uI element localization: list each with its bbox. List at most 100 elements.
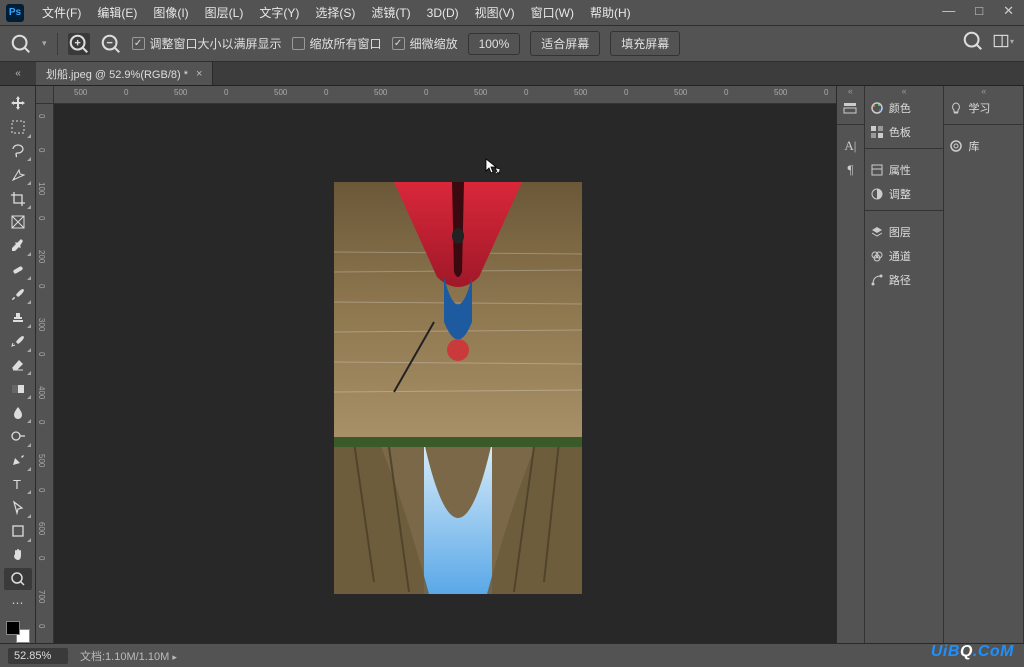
menu-layer[interactable]: 图层(L)	[197, 1, 252, 24]
history-brush-tool[interactable]	[4, 330, 32, 353]
character-panel-icon[interactable]: A|	[837, 134, 864, 158]
document-tab-bar: « 划船.jpeg @ 52.9%(RGB/8) * ×	[0, 62, 1024, 86]
panel-label: 调整	[889, 186, 911, 202]
shape-tool[interactable]	[4, 520, 32, 543]
ruler-origin[interactable]	[36, 86, 54, 104]
options-bar: ▾ 调整窗口大小以满屏显示 缩放所有窗口 细微缩放 100% 适合屏幕 填充屏幕…	[0, 26, 1024, 62]
eraser-tool[interactable]	[4, 354, 32, 377]
edit-toolbar[interactable]: ⋯	[4, 591, 32, 614]
document-tab[interactable]: 划船.jpeg @ 52.9%(RGB/8) * ×	[36, 62, 213, 85]
zoom-tool[interactable]	[4, 568, 32, 591]
menu-view[interactable]: 视图(V)	[467, 1, 523, 24]
panel-label: 色板	[889, 124, 911, 140]
panel-label: 颜色	[889, 100, 911, 116]
minimize-button[interactable]: —	[938, 3, 959, 19]
collapse-handle[interactable]: «	[944, 86, 1023, 96]
close-button[interactable]: ✕	[999, 3, 1018, 19]
menu-help[interactable]: 帮助(H)	[582, 1, 639, 24]
layers-panel[interactable]: 图层	[865, 220, 944, 244]
document-info[interactable]: 文档:1.10M/1.10M ▸	[80, 648, 177, 664]
menu-bar: Ps 文件(F) 编辑(E) 图像(I) 图层(L) 文字(Y) 选择(S) 滤…	[0, 0, 1024, 26]
panel-column-1: « A| ¶	[837, 86, 865, 643]
canvas-area: 50005000500050005000500050005000 0010002…	[36, 86, 836, 643]
document-title: 划船.jpeg @ 52.9%(RGB/8) *	[46, 66, 188, 82]
panel-label: 库	[968, 138, 979, 154]
collapse-button[interactable]: «	[0, 62, 36, 85]
dodge-tool[interactable]	[4, 425, 32, 448]
color-panel[interactable]: 颜色	[865, 96, 944, 120]
pen-tool[interactable]	[4, 449, 32, 472]
mouse-cursor-icon	[484, 157, 502, 175]
window-controls: — □ ✕	[938, 3, 1018, 19]
zoom-level-field[interactable]: 52.85%	[8, 648, 68, 664]
history-panel-icon[interactable]	[837, 96, 864, 120]
menu-edit[interactable]: 编辑(E)	[89, 1, 145, 24]
collapse-handle[interactable]: «	[865, 86, 944, 96]
option-scrubby-zoom[interactable]: 细微缩放	[392, 35, 458, 52]
collapse-handle[interactable]: «	[837, 86, 864, 96]
menu-file[interactable]: 文件(F)	[34, 1, 89, 24]
search-icon[interactable]	[962, 30, 984, 52]
swatches-panel[interactable]: 色板	[865, 120, 944, 144]
paths-panel[interactable]: 路径	[865, 268, 944, 292]
panel-dock: « A| ¶ « 颜色 色板 属性 调整 图层 通道 路径 « 学习 库	[836, 86, 1024, 643]
canvas-viewport[interactable]	[54, 104, 836, 643]
svg-text:T: T	[13, 477, 21, 492]
menu-select[interactable]: 选择(S)	[307, 1, 363, 24]
hand-tool[interactable]	[4, 544, 32, 567]
workspace: T ⋯ 50005000500050005000500050005000 001…	[0, 86, 1024, 643]
menu-type[interactable]: 文字(Y)	[251, 1, 307, 24]
checkbox-icon	[392, 37, 405, 50]
menu-window[interactable]: 窗口(W)	[523, 1, 582, 24]
option-label: 调整窗口大小以满屏显示	[150, 35, 282, 52]
fit-screen-button[interactable]: 适合屏幕	[530, 31, 600, 56]
menu-filter[interactable]: 滤镜(T)	[363, 1, 418, 24]
zoom-out-icon[interactable]	[100, 33, 122, 55]
option-resize-window[interactable]: 调整窗口大小以满屏显示	[132, 35, 282, 52]
option-label: 缩放所有窗口	[310, 35, 382, 52]
ruler-vertical[interactable]: 001000200030004000500060007000	[36, 104, 54, 643]
checkbox-icon	[132, 37, 145, 50]
brush-tool[interactable]	[4, 282, 32, 305]
eyedropper-tool[interactable]	[4, 235, 32, 258]
document-image	[334, 182, 582, 594]
crop-tool[interactable]	[4, 187, 32, 210]
heal-tool[interactable]	[4, 258, 32, 281]
workspace-switcher-icon[interactable]: ▾	[992, 30, 1014, 52]
tab-close-button[interactable]: ×	[196, 68, 202, 80]
frame-tool[interactable]	[4, 211, 32, 234]
checkbox-icon	[292, 37, 305, 50]
lasso-tool[interactable]	[4, 140, 32, 163]
libraries-panel[interactable]: 库	[944, 134, 1023, 158]
learn-panel[interactable]: 学习	[944, 96, 1023, 120]
blur-tool[interactable]	[4, 401, 32, 424]
move-tool[interactable]	[4, 92, 32, 115]
maximize-button[interactable]: □	[971, 3, 987, 19]
watermark: UiBQ.CoM	[931, 643, 1014, 661]
panel-column-3: « 学习 库	[944, 86, 1024, 643]
menu-3d[interactable]: 3D(D)	[419, 3, 467, 23]
type-tool[interactable]: T	[4, 473, 32, 496]
menu-image[interactable]: 图像(I)	[145, 1, 196, 24]
fill-screen-button[interactable]: 填充屏幕	[610, 31, 680, 56]
path-select-tool[interactable]	[4, 496, 32, 519]
zoom-in-icon[interactable]	[68, 33, 90, 55]
option-label: 细微缩放	[410, 35, 458, 52]
option-zoom-all[interactable]: 缩放所有窗口	[292, 35, 382, 52]
adjustments-panel[interactable]: 调整	[865, 182, 944, 206]
stamp-tool[interactable]	[4, 306, 32, 329]
color-swatch[interactable]	[6, 621, 30, 643]
toolbox: T ⋯	[0, 86, 36, 643]
channels-panel[interactable]: 通道	[865, 244, 944, 268]
paragraph-panel-icon[interactable]: ¶	[837, 158, 864, 182]
zoom-100-button[interactable]: 100%	[468, 33, 521, 55]
panel-label: 属性	[889, 162, 911, 178]
panel-label: 学习	[968, 100, 990, 116]
gradient-tool[interactable]	[4, 377, 32, 400]
app-logo: Ps	[6, 4, 24, 22]
tool-preset-icon[interactable]	[10, 33, 32, 55]
ruler-horizontal[interactable]: 50005000500050005000500050005000	[54, 86, 836, 104]
properties-panel[interactable]: 属性	[865, 158, 944, 182]
quick-select-tool[interactable]	[4, 163, 32, 186]
marquee-tool[interactable]	[4, 116, 32, 139]
